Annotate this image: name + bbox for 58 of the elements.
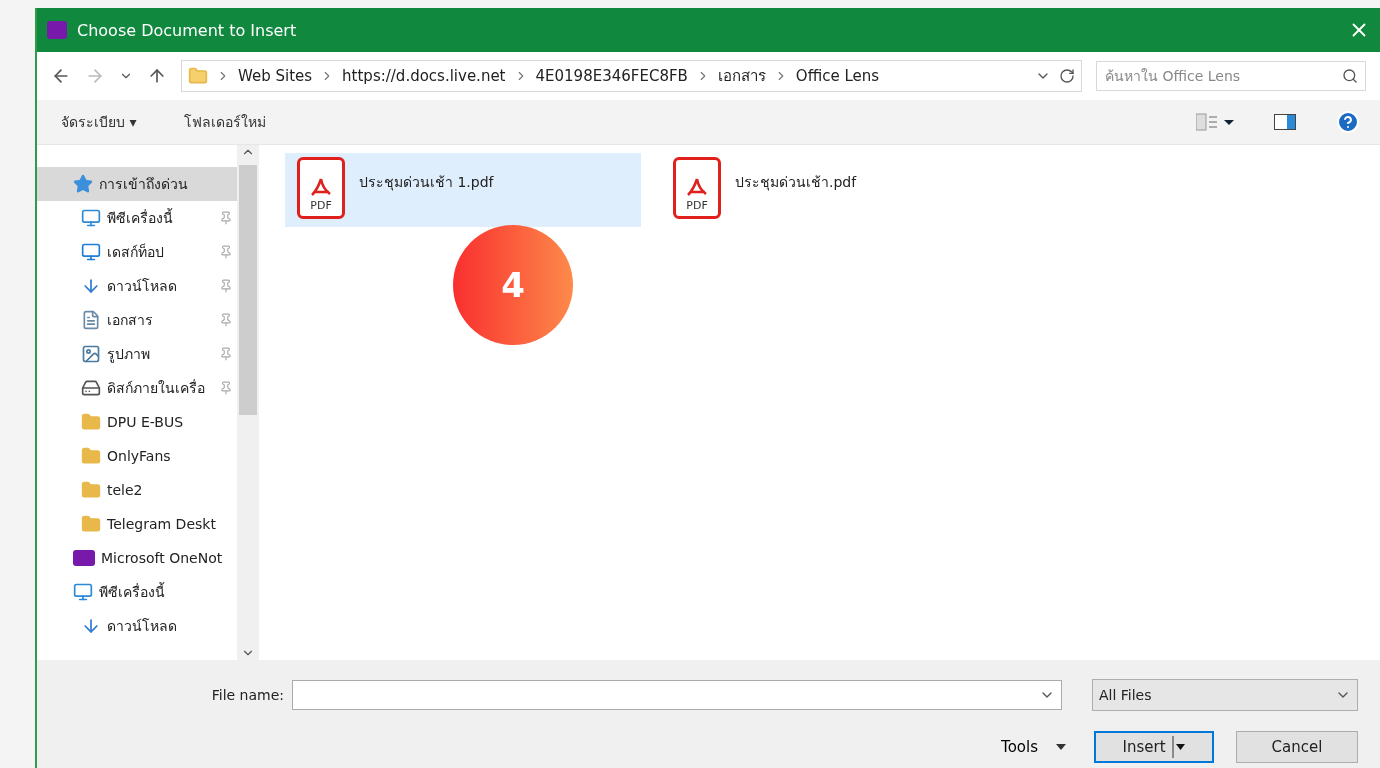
breadcrumb[interactable]: https://d.docs.live.net — [342, 67, 506, 85]
organize-button[interactable]: จัดระเบียบ ▾ — [57, 109, 141, 135]
tools-button[interactable]: Tools — [995, 737, 1072, 757]
breadcrumb[interactable]: Web Sites — [238, 67, 313, 85]
step-number-badge: 4 — [453, 225, 573, 345]
onenote-icon — [47, 21, 67, 39]
monitor-icon — [81, 208, 101, 228]
sidebar-item[interactable]: พีซีเครื่องนี้ — [37, 575, 237, 609]
desktop-icon — [81, 242, 101, 262]
file-name-label: File name: — [211, 687, 284, 703]
file-item[interactable]: PDF ประชุมด่วนเช้า 1.pdf — [285, 153, 641, 227]
sidebar-item[interactable]: OnlyFans — [37, 439, 237, 473]
document-icon — [81, 310, 101, 330]
folder-icon — [188, 66, 208, 86]
file-item[interactable]: PDF ประชุมด่วนเช้า.pdf — [661, 153, 1017, 227]
monitor-icon — [73, 582, 93, 602]
folder-icon — [81, 514, 101, 534]
folder-icon — [81, 412, 101, 432]
folder-icon — [81, 446, 101, 466]
sidebar-item[interactable]: ดาวน์โหลด — [37, 609, 237, 643]
onenote-icon — [73, 548, 95, 568]
breadcrumb[interactable]: เอกสาร — [717, 64, 766, 88]
pdf-file-icon: PDF — [297, 157, 345, 219]
sidebar-item[interactable]: DPU E-BUS — [37, 405, 237, 439]
breadcrumb[interactable]: 4E0198E346FEC8FB — [535, 67, 688, 85]
search-field[interactable]: ค้นหาใน Office Lens — [1096, 61, 1366, 91]
help-icon[interactable] — [1336, 110, 1360, 134]
sidebar-item[interactable]: เดสก์ท็อป — [37, 235, 237, 269]
caret-icon — [1056, 744, 1066, 750]
file-type-select[interactable]: All Files — [1092, 679, 1358, 711]
pdf-file-icon: PDF — [673, 157, 721, 219]
sidebar-item[interactable]: Microsoft OneNot — [37, 541, 237, 575]
preview-pane-icon[interactable] — [1274, 114, 1296, 130]
view-options-icon[interactable] — [1196, 112, 1234, 132]
refresh-icon[interactable] — [1059, 68, 1075, 84]
sidebar-item[interactable]: ดาวน์โหลด — [37, 269, 237, 303]
folder-icon — [81, 480, 101, 500]
insert-button[interactable]: Insert — [1094, 731, 1214, 763]
address-bar[interactable]: Web Sites https://d.docs.live.net 4E0198E346FEC8FB เอกสาร Office Lens — [181, 60, 1082, 92]
sidebar-item[interactable]: พีซีเครื่องนี้ — [37, 201, 237, 235]
sidebar-item[interactable]: เอกสาร — [37, 303, 237, 337]
new-folder-button[interactable]: โฟลเดอร์ใหม่ — [180, 109, 271, 135]
caret-icon[interactable] — [1171, 736, 1186, 758]
breadcrumb[interactable]: Office Lens — [795, 67, 880, 85]
window-title: Choose Document to Insert — [77, 20, 298, 40]
cancel-button[interactable]: Cancel — [1236, 731, 1358, 763]
sidebar-item[interactable]: รูปภาพ — [37, 337, 237, 371]
sidebar-item[interactable]: tele2 — [37, 473, 237, 507]
sidebar-item[interactable]: Telegram Deskt — [37, 507, 237, 541]
star-icon — [73, 174, 93, 194]
sidebar-item[interactable]: การเข้าถึงด่วน — [37, 167, 237, 201]
picture-icon — [81, 344, 101, 364]
scrollbar-thumb[interactable] — [239, 165, 257, 415]
search-icon — [1342, 68, 1358, 84]
drive-icon — [81, 378, 101, 398]
scrollbar[interactable] — [237, 145, 259, 660]
sidebar-item[interactable]: ดิสก์ภายในเครื่อ — [37, 371, 237, 405]
file-name-field[interactable] — [292, 680, 1062, 710]
